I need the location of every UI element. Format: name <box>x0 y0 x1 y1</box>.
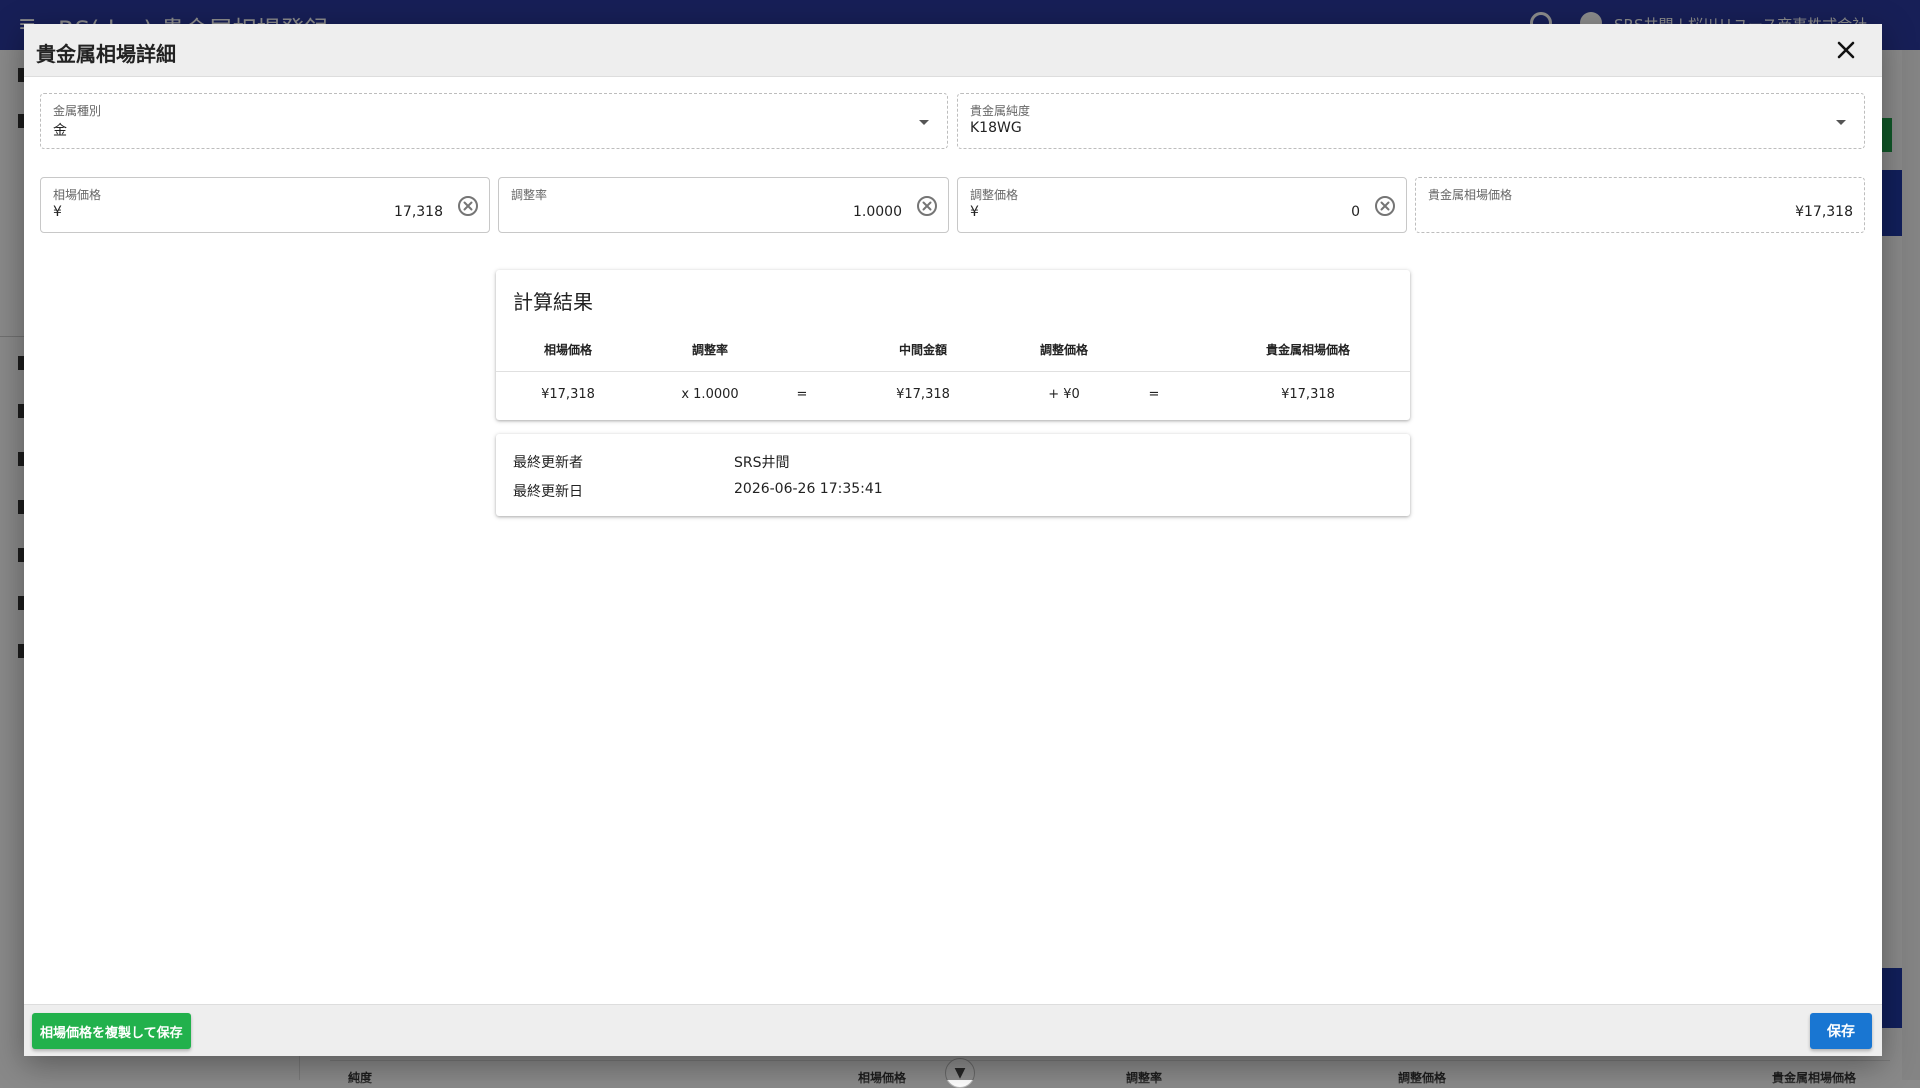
adjust-price-label: 調整価格 <box>970 188 1019 202</box>
metal-market-price-label: 貴金属相場価格 <box>1428 188 1513 202</box>
calc-header-market-price: 相場価格 <box>543 343 593 357</box>
metal-market-price-field: 貴金属相場価格 ¥17,318 <box>1415 177 1865 233</box>
purity-value: K18WG <box>970 120 1022 136</box>
currency-prefix: ¥ <box>53 204 62 220</box>
adjust-rate-field[interactable]: 調整率 1.0000 <box>498 177 949 233</box>
equals-sign: = <box>796 387 808 402</box>
calc-adjust-rate: x 1.0000 <box>681 387 739 402</box>
metal-type-label: 金属種別 <box>53 104 102 118</box>
metal-type-select[interactable]: 金属種別 金 <box>40 93 948 149</box>
metal-market-price-value: ¥17,318 <box>1795 204 1853 220</box>
updated-at-label: 最終更新日 <box>513 484 583 500</box>
calc-table-header: 相場価格 調整率 中間金額 調整価格 貴金属相場価格 <box>496 330 1410 372</box>
calc-intermediate: ¥17,318 <box>896 387 950 402</box>
adjust-rate-input[interactable]: 1.0000 <box>853 204 902 220</box>
adjust-rate-label: 調整率 <box>511 188 548 202</box>
calc-header-result: 貴金属相場価格 <box>1265 343 1351 357</box>
chevron-down-icon[interactable] <box>919 120 929 125</box>
currency-prefix: ¥ <box>970 204 979 220</box>
calc-result-card: 計算結果 相場価格 調整率 中間金額 調整価格 貴金属相場価格 ¥17,318 … <box>496 270 1410 420</box>
market-price-input[interactable]: 17,318 <box>394 204 443 220</box>
clear-icon[interactable] <box>1374 195 1396 217</box>
calc-table-row: ¥17,318 x 1.0000 = ¥17,318 + ¥0 = ¥17,31… <box>496 372 1410 420</box>
updated-by-value: SRS井間 <box>734 455 790 471</box>
adjust-price-input[interactable]: 0 <box>1351 204 1360 220</box>
update-info-card: 最終更新者 SRS井間 最終更新日 2026-06-26 17:35:41 <box>496 434 1410 516</box>
metal-type-value: 金 <box>53 123 67 139</box>
updated-by-label: 最終更新者 <box>513 455 583 471</box>
clear-icon[interactable] <box>916 195 938 217</box>
purity-label: 貴金属純度 <box>970 104 1031 118</box>
calc-header-intermediate: 中間金額 <box>898 343 948 357</box>
calc-result-title: 計算結果 <box>513 290 593 314</box>
metal-price-detail-dialog: 貴金属相場詳細 金属種別 金 貴金属純度 K18WG 相場価格 ¥ 17,318… <box>24 24 1882 1056</box>
close-icon[interactable] <box>1830 34 1862 66</box>
adjust-price-field[interactable]: 調整価格 ¥ 0 <box>957 177 1407 233</box>
calc-result: ¥17,318 <box>1281 387 1335 402</box>
calc-adjust-price: + ¥0 <box>1048 387 1080 402</box>
duplicate-and-save-button[interactable]: 相場価格を複製して保存 <box>32 1013 191 1049</box>
updated-at-value: 2026-06-26 17:35:41 <box>734 481 883 497</box>
calc-market-price: ¥17,318 <box>541 387 595 402</box>
save-button[interactable]: 保存 <box>1810 1013 1872 1049</box>
purity-select[interactable]: 貴金属純度 K18WG <box>957 93 1865 149</box>
chevron-down-icon[interactable] <box>1836 120 1846 125</box>
dialog-header: 貴金属相場詳細 <box>24 24 1882 77</box>
equals-sign: = <box>1148 387 1160 402</box>
calc-header-adjust-price: 調整価格 <box>1039 343 1089 357</box>
calc-header-adjust-rate: 調整率 <box>691 343 729 357</box>
market-price-field[interactable]: 相場価格 ¥ 17,318 <box>40 177 490 233</box>
dialog-title: 貴金属相場詳細 <box>36 42 176 66</box>
market-price-label: 相場価格 <box>53 188 102 202</box>
clear-icon[interactable] <box>457 195 479 217</box>
dialog-footer: 相場価格を複製して保存 保存 <box>24 1004 1882 1056</box>
